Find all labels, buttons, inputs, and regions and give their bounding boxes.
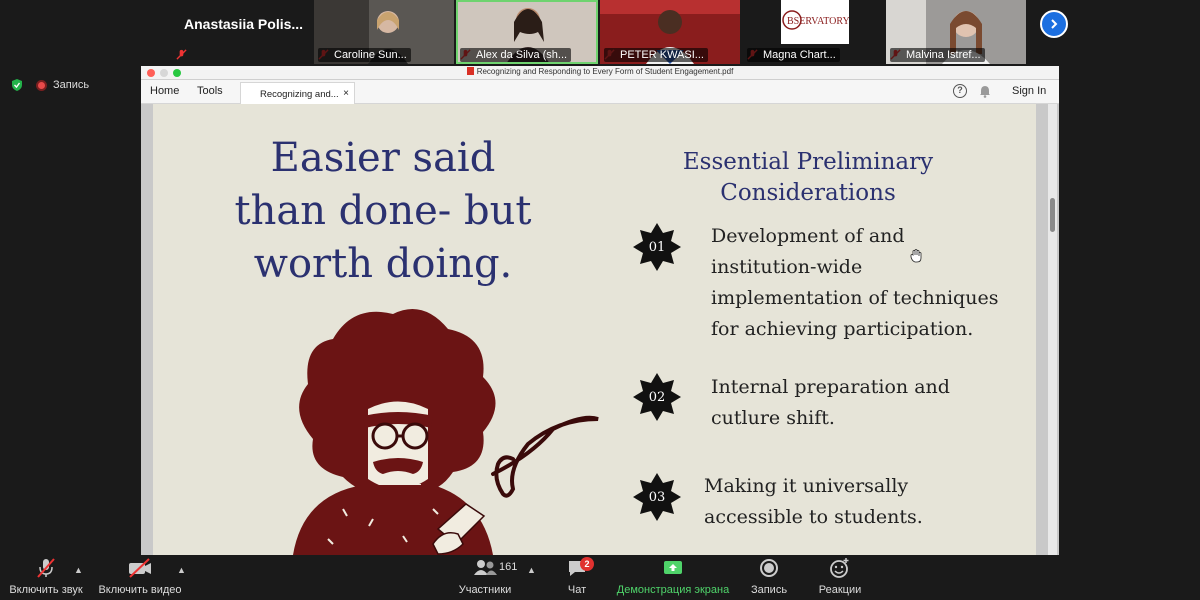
meeting-controls: Включить звук ▲ Включить видео ▲ Участни… xyxy=(0,555,1200,600)
share-screen-icon xyxy=(664,561,682,574)
close-tab-icon[interactable]: × xyxy=(343,88,349,99)
document-tab-label: Recognizing and... xyxy=(260,89,339,100)
participant-tile-caroline[interactable]: Caroline Sun... xyxy=(314,0,454,64)
participants-icon xyxy=(474,560,497,575)
menu-home[interactable]: Home xyxy=(150,85,179,97)
chat-notification-badge: 2 xyxy=(580,557,594,571)
chevron-right-icon xyxy=(1051,19,1058,29)
help-icon[interactable]: ? xyxy=(953,84,967,98)
vertical-scrollbar[interactable] xyxy=(1048,104,1057,555)
start-video-button[interactable]: Включить видео xyxy=(98,557,182,596)
item-line: cutlure shift. xyxy=(711,407,835,429)
reactions-button[interactable]: Реакции xyxy=(814,557,866,596)
participant-strip: Anastasiia Polis... Caroline Sun... Alex… xyxy=(0,0,1200,66)
record-button[interactable]: Запись xyxy=(746,557,792,596)
sign-in-link[interactable]: Sign In xyxy=(1012,85,1046,97)
badge-number: 01 xyxy=(648,239,666,255)
record-label: Запись xyxy=(750,584,788,596)
list-item-02: Internal preparation and cutlure shift. xyxy=(711,372,950,434)
participant-name: Magna Chart... xyxy=(747,48,840,62)
subhead-line: Essential Preliminary xyxy=(682,149,934,175)
list-item-01: Development of and institution-wide impl… xyxy=(711,221,998,345)
participants-label: Участники xyxy=(458,584,512,596)
participant-name: Anastasiia Polis... xyxy=(184,16,304,32)
badge-number: 03 xyxy=(648,489,666,505)
afro-person-illustration xyxy=(293,309,599,555)
pdf-page-viewer[interactable]: Easier said than done- but worth doing. … xyxy=(141,104,1059,555)
participant-name: PETER KWASI... xyxy=(604,48,708,62)
headline-line: Easier said xyxy=(270,135,496,181)
participants-count: 161 xyxy=(499,561,518,573)
smiley-plus-icon xyxy=(830,558,849,578)
list-item-03: Making it universally accessible to stud… xyxy=(704,471,923,533)
item-line: implementation of techniques xyxy=(711,287,999,309)
item-line: institution-wide xyxy=(711,256,863,278)
recording-label: Запись xyxy=(53,79,90,91)
video-options-chevron-icon[interactable]: ▲ xyxy=(177,565,186,575)
document-tab[interactable]: Recognizing and... × xyxy=(240,82,355,104)
item-line: Development of and xyxy=(711,225,905,247)
item-line: Internal preparation and xyxy=(711,376,950,398)
slide-headline: Easier said than done- but worth doing. xyxy=(153,132,613,291)
chat-label: Чат xyxy=(567,584,587,596)
share-screen-label: Демонстрация экрана xyxy=(616,584,730,596)
mic-off-icon xyxy=(37,558,55,578)
video-off-icon xyxy=(129,558,151,578)
participant-tile-peter[interactable]: PETER KWASI... xyxy=(600,0,740,64)
item-line: Making it universally xyxy=(704,475,909,497)
headline-line: than done- but xyxy=(234,188,532,234)
participant-name: Alex da Silva (sh... xyxy=(460,48,572,62)
meeting-status: Запись xyxy=(10,78,89,92)
pdf-viewer-window: Recognizing and Responding to Every Form… xyxy=(141,66,1059,555)
number-badge-01: 01 xyxy=(633,223,681,271)
record-icon xyxy=(760,559,778,577)
number-badge-02: 02 xyxy=(633,373,681,421)
participant-tile-anastasiia[interactable]: Anastasiia Polis... xyxy=(170,0,310,64)
participants-options-chevron-icon[interactable]: ▲ xyxy=(527,565,536,575)
slide-page: Easier said than done- but worth doing. … xyxy=(153,104,1036,555)
unmute-label: Включить звук xyxy=(9,584,83,596)
hand-cursor-icon xyxy=(910,249,922,263)
item-line: for achieving participation. xyxy=(711,318,974,340)
next-page-button[interactable] xyxy=(1040,10,1068,38)
pdf-file-icon xyxy=(466,67,474,75)
headline-line: worth doing. xyxy=(253,241,513,287)
participant-name: Caroline Sun... xyxy=(318,48,411,62)
mic-muted-icon xyxy=(176,49,187,60)
participant-name: Malvina Istref... xyxy=(890,48,985,62)
recording-indicator[interactable]: Запись xyxy=(36,79,89,91)
menu-tools[interactable]: Tools xyxy=(197,85,223,97)
subhead-line: Considerations xyxy=(720,180,896,206)
pdf-toolbar: Home Tools Recognizing and... × ? Sign I… xyxy=(141,80,1059,104)
share-screen-button[interactable]: Демонстрация экрана xyxy=(615,557,731,596)
slide-subheading: Essential Preliminary Considerations xyxy=(658,147,958,209)
reactions-label: Реакции xyxy=(818,584,862,596)
window-titlebar: Recognizing and Responding to Every Form… xyxy=(141,66,1059,80)
participant-tile-malvina[interactable]: Malvina Istref... xyxy=(886,0,1026,64)
scrollbar-thumb[interactable] xyxy=(1050,198,1055,232)
item-line: accessible to students. xyxy=(704,506,923,528)
participant-tile-alex[interactable]: Alex da Silva (sh... xyxy=(456,0,598,64)
shield-check-icon[interactable] xyxy=(10,78,24,92)
unmute-button[interactable]: Включить звук xyxy=(6,557,86,596)
badge-number: 02 xyxy=(648,389,666,405)
bell-icon[interactable] xyxy=(979,85,991,98)
participant-tile-magna[interactable]: BSERVATORY Magna Chart... xyxy=(743,0,883,64)
audio-options-chevron-icon[interactable]: ▲ xyxy=(74,565,83,575)
window-title: Recognizing and Responding to Every Form… xyxy=(141,67,1059,76)
start-video-label: Включить видео xyxy=(98,584,182,596)
logo-text: BSERVATORY xyxy=(787,16,850,27)
number-badge-03: 03 xyxy=(633,473,681,521)
record-dot-icon xyxy=(36,79,47,91)
